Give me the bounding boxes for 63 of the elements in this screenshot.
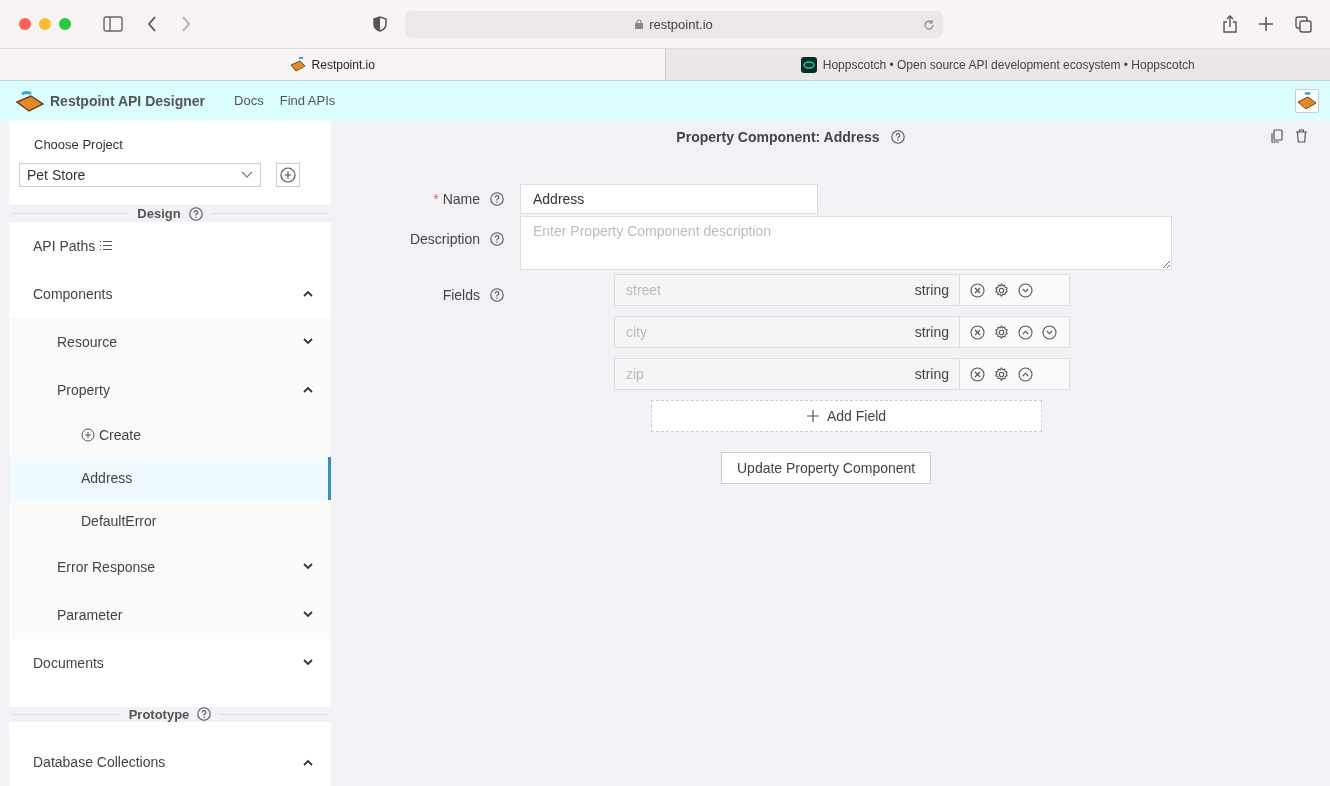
- section-heading: Design: [137, 206, 181, 222]
- app-logo-icon: [800, 56, 817, 73]
- move-up-icon[interactable]: [1018, 324, 1033, 340]
- plus-circle-icon: [81, 428, 95, 442]
- chevron-down-icon: [241, 171, 253, 179]
- add-project-button[interactable]: [276, 163, 300, 187]
- page-title: Property Component: Address: [676, 129, 880, 145]
- field-type: string: [914, 324, 949, 340]
- lock-icon: [635, 19, 644, 29]
- delete-icon[interactable]: [1295, 129, 1308, 143]
- remove-icon[interactable]: [970, 324, 985, 340]
- project-select[interactable]: Pet Store: [19, 163, 261, 187]
- url-text: restpoint.io: [649, 16, 713, 32]
- help-icon[interactable]: [197, 707, 212, 722]
- name-input[interactable]: Address: [520, 184, 818, 214]
- settings-icon[interactable]: [994, 324, 1009, 340]
- share-icon[interactable]: [1223, 15, 1237, 33]
- move-down-icon[interactable]: [1042, 324, 1057, 340]
- settings-icon[interactable]: [994, 366, 1009, 382]
- sandbox-logo-icon: [289, 56, 306, 73]
- close-window-button[interactable]: [19, 18, 31, 30]
- tabs-overview-icon[interactable]: [1295, 15, 1312, 33]
- help-icon[interactable]: [490, 288, 504, 302]
- section-heading: Prototype: [128, 706, 190, 722]
- help-icon[interactable]: [490, 192, 504, 206]
- browser-tab[interactable]: Hoppscotch • Open source API development ecosystem • Hoppscotch: [664, 49, 1330, 80]
- move-up-icon[interactable]: [1018, 366, 1033, 382]
- shield-icon[interactable]: [373, 16, 387, 32]
- field-name-input[interactable]: city string: [614, 316, 960, 348]
- field-type: string: [914, 366, 949, 382]
- help-icon[interactable]: [188, 206, 203, 221]
- field-label: Name: [442, 191, 480, 207]
- list-icon: [99, 240, 113, 251]
- required-mark: *: [433, 191, 439, 207]
- nav-link[interactable]: Find APIs: [279, 93, 336, 108]
- browser-tab[interactable]: Restpoint.io: [0, 49, 665, 80]
- back-icon[interactable]: [147, 16, 157, 32]
- plus-icon[interactable]: [1259, 17, 1273, 31]
- help-icon[interactable]: [890, 130, 905, 144]
- remove-icon[interactable]: [970, 366, 985, 382]
- copy-icon[interactable]: [1271, 129, 1283, 143]
- sandbox-logo-icon[interactable]: [16, 89, 44, 112]
- field-name-input[interactable]: street string: [614, 274, 960, 306]
- sidebar-toggle-icon[interactable]: [103, 16, 123, 32]
- field-label: Description: [409, 231, 480, 247]
- settings-icon[interactable]: [994, 282, 1009, 298]
- plus-icon: [806, 410, 819, 422]
- update-button[interactable]: Update Property Component: [721, 452, 932, 484]
- field-label: Choose Project: [34, 137, 124, 152]
- address-bar[interactable]: restpoint.io: [405, 10, 943, 38]
- remove-icon[interactable]: [970, 282, 985, 298]
- app-title: Restpoint API Designer: [50, 92, 206, 109]
- tree-item[interactable]: Address: [9, 456, 331, 500]
- field-type: string: [914, 282, 949, 298]
- add-field-button[interactable]: Add Field: [651, 400, 1042, 432]
- reload-icon[interactable]: [923, 18, 935, 31]
- help-icon[interactable]: [490, 232, 504, 246]
- nav-link[interactable]: Docs: [234, 93, 264, 108]
- field-label: Fields: [442, 287, 480, 303]
- description-input[interactable]: Enter Property Component description: [520, 216, 1172, 270]
- user-avatar[interactable]: [1295, 88, 1319, 113]
- field-name-input[interactable]: zip string: [614, 358, 960, 390]
- move-down-icon[interactable]: [1018, 282, 1033, 298]
